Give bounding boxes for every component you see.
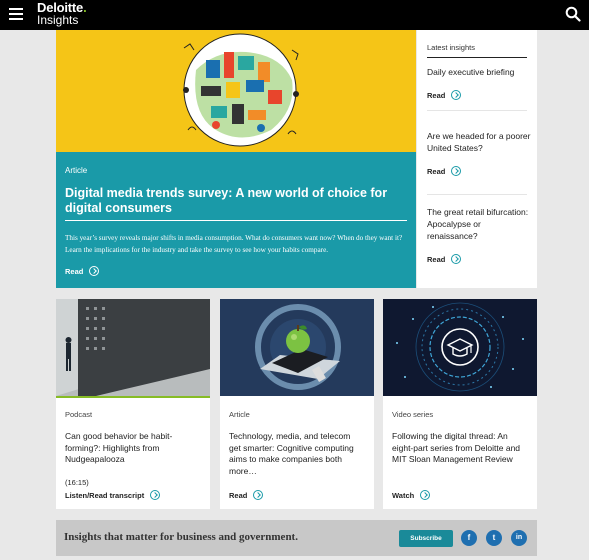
hero-feature[interactable]: Article Digital media trends survey: A n… [56, 30, 416, 288]
chevron-right-circle-icon [253, 490, 264, 500]
hero-title[interactable]: Digital media trends survey: A new world… [65, 186, 410, 216]
linkedin-icon[interactable]: in [511, 530, 527, 546]
globe-illustration-icon [183, 33, 299, 147]
deloitte-insights-logo[interactable]: Deloitte. Insights [37, 0, 87, 27]
divider [427, 110, 527, 111]
article-card[interactable]: Article Technology, media, and telecom g… [220, 299, 374, 509]
podcast-card[interactable]: Podcast Can good behavior be habit-formi… [56, 299, 210, 509]
card-tag: Podcast [65, 410, 93, 419]
latest-insights-panel: Latest insights Daily executive briefing… [417, 30, 537, 288]
card-title[interactable]: Can good behavior be habit-forming?: Hig… [65, 431, 200, 466]
card-action-label: Read [229, 490, 248, 500]
subscribe-banner: Insights that matter for business and go… [56, 520, 537, 556]
hero-illustration [56, 30, 416, 152]
read-label: Read [427, 90, 446, 100]
subscribe-button[interactable]: Subscribe [399, 530, 453, 547]
top-navigation-bar: Deloitte. Insights [0, 0, 589, 30]
card-action-label: Listen/Read transcript [65, 490, 145, 500]
card-tag: Article [229, 410, 250, 419]
latest-item-read-link[interactable]: Read [427, 254, 531, 264]
video-card-image [383, 299, 537, 396]
graduation-cap-icon [441, 328, 479, 366]
podcast-duration: (16:15) [65, 478, 89, 487]
latest-item-title[interactable]: The great retail bifurcation: Apocalypse… [427, 206, 531, 242]
latest-item[interactable]: The great retail bifurcation: Apocalypse… [427, 206, 531, 264]
twitter-icon[interactable]: t [486, 530, 502, 546]
card-title[interactable]: Technology, media, and telecom get smart… [229, 431, 364, 477]
latest-item[interactable]: Daily executive briefing Read [427, 66, 531, 100]
article-card-image [220, 299, 374, 396]
chevron-right-circle-icon [89, 266, 100, 276]
chevron-right-circle-icon [150, 490, 161, 500]
hamburger-icon[interactable] [9, 8, 23, 21]
banner-tagline: Insights that matter for business and go… [64, 531, 298, 543]
hero-read-link[interactable]: Read [65, 266, 100, 276]
latest-insights-heading: Latest insights [427, 43, 527, 58]
chevron-right-circle-icon [420, 490, 431, 500]
latest-item-read-link[interactable]: Read [427, 166, 531, 176]
card-read-link[interactable]: Read [229, 490, 264, 500]
card-action-label: Watch [392, 490, 415, 500]
read-label: Read [427, 254, 446, 264]
chevron-right-circle-icon [451, 90, 462, 100]
hero-divider [65, 220, 407, 221]
chevron-right-circle-icon [451, 254, 462, 264]
hero-description: This year’s survey reveals major shifts … [65, 234, 403, 254]
brand-sub: Insights [37, 13, 79, 27]
facebook-icon[interactable]: f [461, 530, 477, 546]
latest-item-title[interactable]: Daily executive briefing [427, 66, 531, 78]
latest-item-read-link[interactable]: Read [427, 90, 531, 100]
latest-item-title[interactable]: Are we headed for a poorer United States… [427, 130, 531, 154]
card-tag: Video series [392, 410, 434, 419]
hero-tag: Article [65, 166, 88, 175]
read-label: Read [427, 166, 446, 176]
brand-dot: . [83, 0, 87, 15]
divider [427, 194, 527, 195]
watch-link[interactable]: Watch [392, 490, 431, 500]
podcast-accent-bar [56, 396, 210, 398]
listen-read-transcript-link[interactable]: Listen/Read transcript [65, 490, 161, 500]
latest-item[interactable]: Are we headed for a poorer United States… [427, 130, 531, 176]
search-icon[interactable] [565, 6, 581, 22]
card-title[interactable]: Following the digital thread: An eight-p… [392, 431, 527, 466]
video-series-card[interactable]: Video series Following the digital threa… [383, 299, 537, 509]
hero-read-label: Read [65, 266, 84, 276]
chevron-right-circle-icon [451, 166, 462, 176]
hero-text-panel: Article Digital media trends survey: A n… [56, 152, 416, 288]
podcast-card-image [56, 299, 210, 396]
